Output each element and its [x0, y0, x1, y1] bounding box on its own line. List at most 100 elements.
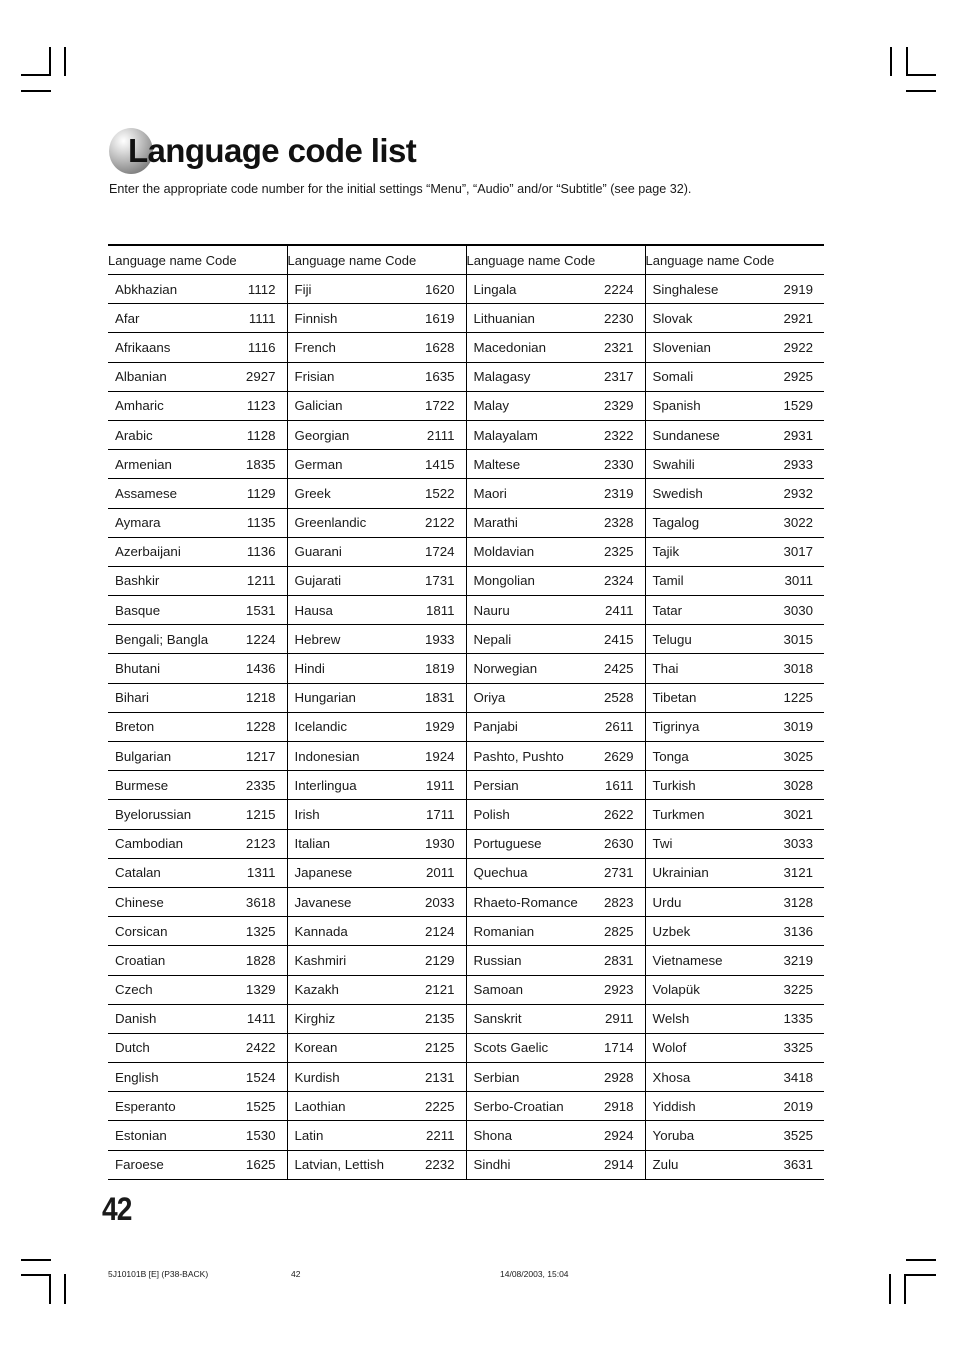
language-code: 3525	[758, 1120, 825, 1151]
language-name: French	[286, 332, 401, 363]
language-name: Cambodian	[108, 829, 221, 859]
table-body: Abkhazian 1112 Fiji 1620 Lingala 2224 Singhale…	[108, 274, 825, 1180]
language-code: 1635	[400, 362, 467, 392]
language-code: 2923	[579, 975, 646, 1005]
language-code: 2630	[579, 829, 646, 859]
language-name: Welsh	[644, 1004, 759, 1034]
language-name: Sundanese	[644, 420, 759, 451]
language-name: Italian	[286, 829, 401, 859]
language-name: Tigrinya	[644, 712, 759, 743]
language-name: Turkish	[644, 770, 759, 801]
language-code: 2122	[400, 508, 467, 538]
language-code: 2425	[579, 653, 646, 684]
language-code: 1136	[221, 537, 288, 567]
language-code: 1215	[221, 799, 288, 830]
language-name: Albanian	[108, 362, 221, 392]
language-name: Spanish	[644, 391, 759, 421]
language-code: 1625	[221, 1150, 288, 1180]
language-code: 2825	[579, 916, 646, 947]
table-row: Byelorussian 1215 Irish 1711 Polish 2622 Turkm…	[108, 799, 825, 830]
language-code: 3025	[758, 741, 825, 772]
language-code: 1128	[221, 420, 288, 451]
language-code: 3121	[758, 858, 825, 888]
language-code: 3022	[758, 508, 825, 538]
language-code: 2329	[579, 391, 646, 421]
language-name: Swedish	[644, 478, 759, 509]
language-code: 2932	[758, 478, 825, 509]
language-name: Polish	[465, 799, 580, 830]
table-row: Bashkir 1211 Gujarati 1731 Mongolian 2324 Tami…	[108, 566, 825, 597]
language-name: Norwegian	[465, 653, 580, 684]
language-code: 3136	[758, 916, 825, 947]
language-code: 1831	[400, 683, 467, 713]
language-name: Russian	[465, 945, 580, 976]
language-name: Bihari	[108, 683, 221, 713]
language-name: Japanese	[286, 858, 401, 888]
language-name: Byelorussian	[108, 799, 221, 830]
language-code: 3011	[758, 566, 825, 597]
language-code: 3028	[758, 770, 825, 801]
crop-mark-top-right-horizontal	[906, 74, 936, 76]
language-name: Finnish	[286, 303, 401, 334]
language-name: Afrikaans	[108, 332, 221, 363]
table-row: Catalan 1311 Japanese 2011 Quechua 2731 Ukrain…	[108, 858, 825, 888]
language-name: Latin	[286, 1120, 401, 1151]
language-name: Uzbek	[644, 916, 759, 947]
language-name: Czech	[108, 975, 221, 1005]
crop-mark-top-left-tick	[64, 47, 66, 76]
language-name: German	[286, 449, 401, 480]
table-row: Azerbaijani 1136 Guarani 1724 Moldavian 2325 T…	[108, 537, 825, 567]
language-name: Gujarati	[286, 566, 401, 597]
language-code: 1325	[221, 916, 288, 947]
language-code: 2135	[400, 1004, 467, 1034]
table-row: Bhutani 1436 Hindi 1819 Norwegian 2425 Thai 301…	[108, 653, 825, 684]
language-code: 2330	[579, 449, 646, 480]
language-name: Thai	[644, 653, 759, 684]
language-code: 1522	[400, 478, 467, 509]
language-name: Zulu	[644, 1150, 759, 1180]
column-header-3: Language name Code	[465, 244, 646, 275]
language-code: 2925	[758, 362, 825, 392]
language-name: Bhutani	[108, 653, 221, 684]
language-code: 2211	[400, 1120, 467, 1151]
language-code: 1620	[400, 274, 467, 305]
language-name: Irish	[286, 799, 401, 830]
footer-document-code: 5J10101B [E] (P38-BACK)	[108, 1269, 209, 1279]
language-name: Fiji	[286, 274, 401, 305]
crop-mark-bottom-right-tick	[889, 1274, 891, 1304]
language-code: 1411	[221, 1004, 288, 1034]
language-name: Mongolian	[465, 566, 580, 597]
language-name: Yoruba	[644, 1120, 759, 1151]
language-code: 2131	[400, 1062, 467, 1093]
language-code: 2325	[579, 537, 646, 567]
language-name: Danish	[108, 1004, 221, 1034]
language-name: Latvian, Lettish	[286, 1150, 401, 1180]
crop-mark-bottom-right-bleed	[906, 1259, 936, 1261]
language-code: 2933	[758, 449, 825, 480]
crop-mark-top-right-tick	[890, 47, 892, 76]
language-code: 1714	[579, 1033, 646, 1064]
table-row: Afrikaans 1116 French 1628 Macedonian 2321 Slo…	[108, 332, 825, 363]
language-code: 2415	[579, 624, 646, 655]
table-row: Danish 1411 Kirghiz 2135 Sanskrit 2911 Welsh 13…	[108, 1004, 825, 1034]
language-name: Panjabi	[465, 712, 580, 743]
page-title-text: Language code list	[128, 132, 417, 169]
language-name: Tibetan	[644, 683, 759, 713]
language-code: 2328	[579, 508, 646, 538]
language-name: Bengali; Bangla	[108, 624, 221, 655]
language-code: 3015	[758, 624, 825, 655]
language-code: 2924	[579, 1120, 646, 1151]
language-name: Lingala	[465, 274, 580, 305]
crop-mark-bottom-left-bleed	[21, 1259, 51, 1261]
language-code: 2629	[579, 741, 646, 772]
language-code: 1415	[400, 449, 467, 480]
language-code: 1628	[400, 332, 467, 363]
language-code: 2111	[400, 420, 467, 451]
language-name: Xhosa	[644, 1062, 759, 1093]
language-code: 1218	[221, 683, 288, 713]
language-code: 1611	[579, 770, 646, 801]
language-name: Faroese	[108, 1150, 221, 1180]
language-code: 1835	[221, 449, 288, 480]
language-code: 1531	[221, 595, 288, 626]
language-code: 2125	[400, 1033, 467, 1064]
